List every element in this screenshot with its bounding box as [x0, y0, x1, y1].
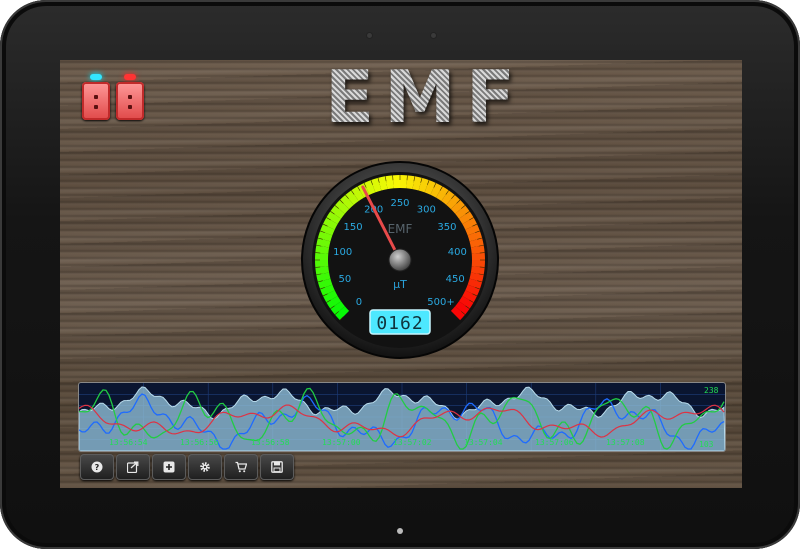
- add-button[interactable]: [152, 454, 186, 480]
- gear-icon: [200, 462, 210, 472]
- emf-history-chart: 13:56:54 13:56:56 13:56:58 13:57:00 13:57:02…: [78, 382, 726, 452]
- save-button[interactable]: [260, 454, 294, 480]
- battery-icon: [116, 82, 144, 120]
- share-icon: [127, 461, 139, 473]
- battery-icon: [82, 82, 110, 120]
- gauge-hub: [388, 248, 412, 272]
- emf-gauge: 050100150200250300350400450500+ EMF µT 0…: [301, 161, 499, 359]
- chart-time-label: 13:57:06: [535, 438, 574, 447]
- gauge-arc-segment: [315, 252, 329, 260]
- led-cyan: [90, 74, 102, 80]
- bottom-toolbar: ?: [80, 454, 296, 482]
- led-red: [124, 74, 136, 80]
- gauge-tick-label: 0: [356, 297, 362, 308]
- gauge-tick-label: 150: [344, 222, 363, 233]
- gauge-arc-segment: [392, 175, 400, 189]
- gauge-tick-label: 400: [448, 247, 467, 258]
- floppy-icon: [271, 461, 283, 473]
- svg-text:?: ?: [95, 463, 100, 472]
- question-icon: ?: [91, 461, 103, 473]
- gauge-tick-label: 50: [338, 274, 351, 285]
- gauge-tick-label: 500+: [427, 297, 454, 308]
- chart-max-label: 238: [704, 386, 719, 395]
- gauge-unit: µT: [393, 278, 407, 291]
- gauge-arc-segment: [471, 252, 485, 260]
- gauge-tick-label: 250: [390, 198, 409, 209]
- chart-time-label: 13:57:02: [393, 438, 432, 447]
- sensor-dot: [367, 33, 372, 38]
- chart-time-label: 13:57:00: [322, 438, 361, 447]
- chart-min-label: 103: [699, 440, 714, 449]
- gauge-tick-label: 100: [333, 247, 352, 258]
- chart-time-label: 13:56:58: [251, 438, 290, 447]
- gauge-label: EMF: [388, 222, 413, 236]
- gauge-arc-segment: [471, 260, 485, 268]
- logo-text: EMF: [325, 60, 525, 139]
- gauge-arc-segment: [315, 260, 329, 268]
- settings-button[interactable]: [188, 454, 222, 480]
- camera-dot: [431, 33, 436, 38]
- gauge-tick-label: 350: [437, 222, 456, 233]
- gauge-tick-label: 450: [446, 274, 465, 285]
- plus-icon: [163, 461, 175, 473]
- tablet-frame: EMF 050100150200250300350400450500+ EMF: [0, 0, 800, 549]
- gauge-readout: 0162: [376, 313, 423, 334]
- home-indicator: [397, 528, 403, 534]
- chart-time-label: 13:57:04: [464, 438, 503, 447]
- app-screen: EMF 050100150200250300350400450500+ EMF: [60, 60, 742, 488]
- share-button[interactable]: [116, 454, 150, 480]
- chart-time-label: 13:56:56: [180, 438, 219, 447]
- chart-time-label: 13:57:08: [606, 438, 645, 447]
- chart-time-label: 13:56:54: [109, 438, 148, 447]
- help-button[interactable]: ?: [80, 454, 114, 480]
- gauge-tick-label: 300: [417, 204, 436, 215]
- cart-icon: [235, 461, 247, 473]
- app-logo: EMF: [325, 61, 645, 133]
- cart-button[interactable]: [224, 454, 258, 480]
- gauge-arc-segment: [400, 175, 408, 189]
